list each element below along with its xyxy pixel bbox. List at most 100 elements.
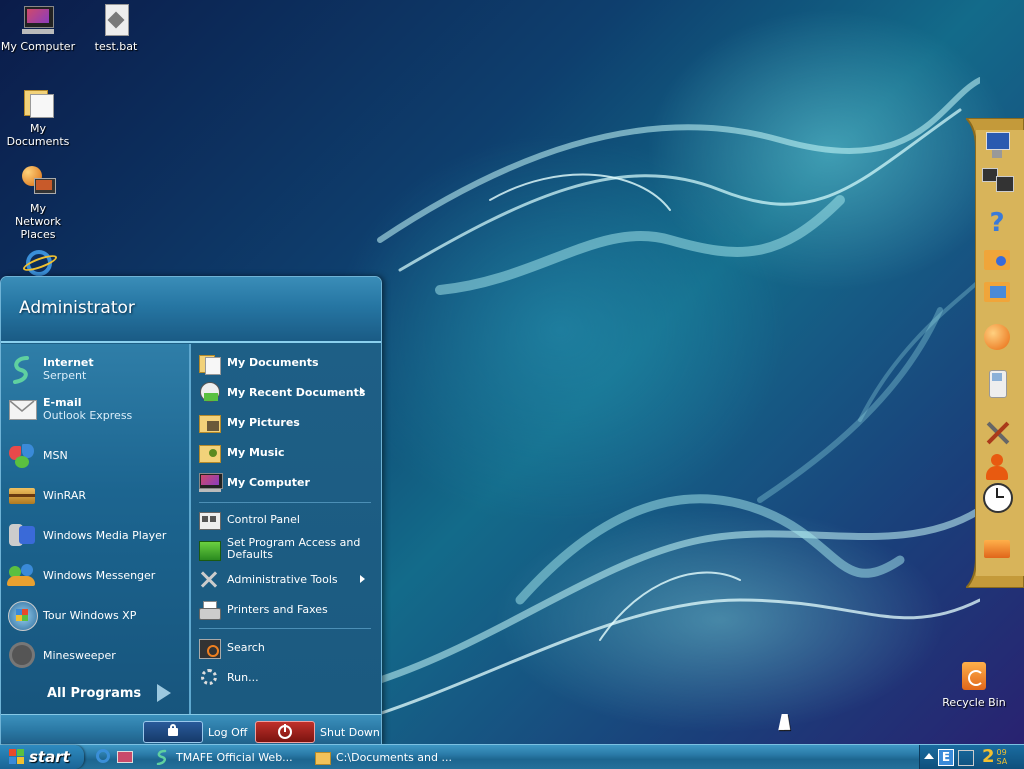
pinned-email[interactable]: E-mail Outlook Express xyxy=(7,392,132,426)
log-off-button[interactable]: Log Off xyxy=(143,721,247,743)
system-label: Administrative Tools xyxy=(227,573,338,586)
program-msn[interactable]: MSN xyxy=(7,438,68,472)
desktop-icon-network-places[interactable]: My Network Places xyxy=(0,166,76,241)
place-my-pictures[interactable]: My Pictures xyxy=(199,410,375,434)
recycle-bin-icon xyxy=(958,660,990,692)
music-folder-icon xyxy=(199,441,221,463)
messenger-icon xyxy=(7,560,37,590)
system-program-access[interactable]: Set Program Access and Defaults xyxy=(199,534,375,564)
log-off-label: Log Off xyxy=(208,725,248,739)
taskbar-task-browser[interactable]: TMAFE Official Web... xyxy=(150,747,308,767)
place-label: My Recent Documents xyxy=(227,385,366,399)
place-my-documents[interactable]: My Documents xyxy=(199,350,375,375)
program-access-icon xyxy=(199,538,221,561)
start-menu: Administrator Internet Serpent E-mail Ou… xyxy=(0,276,382,746)
start-menu-footer: Log Off Shut Down xyxy=(1,714,381,745)
clock-hour: 2 xyxy=(982,746,995,767)
program-label: Minesweeper xyxy=(43,648,116,662)
dock-display-icon[interactable] xyxy=(982,164,1014,194)
dock-ipod-icon[interactable] xyxy=(982,368,1012,398)
dock-network-computer-icon[interactable] xyxy=(982,130,1012,160)
dock-help-icon[interactable]: ? xyxy=(982,208,1012,238)
folder-icon xyxy=(314,749,331,765)
tray-network-icon[interactable] xyxy=(958,750,974,766)
place-my-music[interactable]: My Music xyxy=(199,440,375,464)
dock-recycle-bin-icon[interactable] xyxy=(982,532,1012,562)
start-menu-programs-pane: Internet Serpent E-mail Outlook Express … xyxy=(1,344,191,714)
program-minesweeper[interactable]: Minesweeper xyxy=(7,638,116,672)
pinned-internet[interactable]: Internet Serpent xyxy=(7,352,94,386)
dock-music-folder-icon[interactable] xyxy=(982,244,1012,274)
system-administrative-tools[interactable]: Administrative Tools xyxy=(199,568,375,592)
system-label: Set Program Access and Defaults xyxy=(227,536,361,561)
place-my-computer[interactable]: My Computer xyxy=(199,470,375,494)
run-icon xyxy=(199,667,221,689)
documents-folder-icon xyxy=(22,86,54,118)
network-icon xyxy=(22,166,56,198)
submenu-arrow-icon xyxy=(360,387,365,395)
program-label: Windows Media Player xyxy=(43,528,167,542)
quicklaunch-ie-icon[interactable] xyxy=(94,748,110,764)
program-label: WinRAR xyxy=(43,488,87,502)
arrow-right-icon xyxy=(157,684,172,702)
tool-run[interactable]: Run... xyxy=(199,666,375,690)
clock-minutes: 09 xyxy=(996,747,1007,757)
dock-pictures-folder-icon[interactable] xyxy=(982,276,1012,306)
desktop-icon-label: My Documents xyxy=(6,122,70,148)
desktop-icon-label: Recycle Bin xyxy=(942,696,1006,709)
places-separator xyxy=(199,502,371,503)
tray-e-icon[interactable]: E xyxy=(938,749,954,766)
desktop-icon-my-computer[interactable]: My Computer xyxy=(0,4,76,53)
all-programs-button[interactable]: All Programs xyxy=(47,684,172,702)
media-player-icon xyxy=(7,520,37,550)
program-label: Windows Messenger xyxy=(43,568,156,582)
place-label: My Music xyxy=(227,445,285,459)
system-label: Printers and Faxes xyxy=(227,603,328,616)
minesweeper-icon xyxy=(7,640,37,670)
recent-documents-icon xyxy=(199,381,221,403)
program-label: MSN xyxy=(43,448,68,462)
desktop-icon-recycle-bin[interactable]: Recycle Bin xyxy=(936,660,1012,709)
place-recent-documents[interactable]: My Recent Documents xyxy=(199,380,375,404)
shut-down-button[interactable]: Shut Down xyxy=(255,721,380,743)
desktop-icon-my-documents[interactable]: My Documents xyxy=(0,86,76,148)
pinned-subtitle: Serpent xyxy=(43,369,87,382)
program-media-player[interactable]: Windows Media Player xyxy=(7,518,166,552)
system-tray: E 2 09 SA xyxy=(919,745,1024,769)
printer-icon xyxy=(199,599,221,621)
quicklaunch-desktop-icon[interactable] xyxy=(116,748,133,764)
pictures-folder-icon xyxy=(199,411,221,433)
pinned-subtitle: Outlook Express xyxy=(43,409,133,422)
clock-suffix: SA xyxy=(996,756,1008,766)
dock-tools-icon[interactable] xyxy=(982,418,1012,448)
program-messenger[interactable]: Windows Messenger xyxy=(7,558,155,592)
dock-people-icon[interactable] xyxy=(982,452,1012,482)
mouse-cursor xyxy=(778,714,794,730)
lock-icon xyxy=(143,721,203,743)
serpent-browser-icon xyxy=(154,749,170,766)
tool-search[interactable]: Search xyxy=(199,636,375,660)
program-winrar[interactable]: WinRAR xyxy=(7,478,86,512)
winrar-icon xyxy=(7,480,37,510)
system-printers-faxes[interactable]: Printers and Faxes xyxy=(199,598,375,622)
program-label: Tour Windows XP xyxy=(43,608,137,622)
system-control-panel[interactable]: Control Panel xyxy=(199,508,375,532)
task-label: TMAFE Official Web... xyxy=(176,750,293,764)
program-tour-xp[interactable]: Tour Windows XP xyxy=(7,598,136,632)
side-dock: ? xyxy=(966,118,1024,588)
taskbar-task-explorer[interactable]: C:\Documents and ... xyxy=(310,747,470,767)
computer-icon xyxy=(22,4,54,36)
tray-expand-icon[interactable] xyxy=(924,753,934,759)
start-button[interactable]: start xyxy=(0,745,84,769)
desktop-icon-label: My Computer xyxy=(0,40,76,53)
dock-clock-icon[interactable] xyxy=(982,482,1013,513)
control-panel-icon xyxy=(199,509,221,531)
power-icon xyxy=(255,721,315,743)
desktop-icon-test-bat[interactable]: test.bat xyxy=(78,4,154,53)
msn-butterfly-icon xyxy=(7,440,37,470)
user-name: Administrator xyxy=(19,298,135,318)
clock[interactable]: 2 09 SA xyxy=(982,746,1007,767)
tool-label: Search xyxy=(227,641,265,654)
computer-icon xyxy=(199,471,223,493)
dock-browser-globe-icon[interactable] xyxy=(982,322,1012,352)
